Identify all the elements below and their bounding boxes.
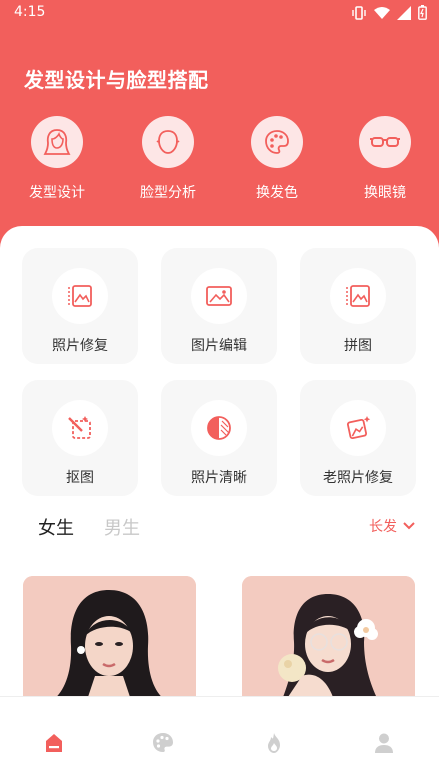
tab-female[interactable]: 女生	[38, 514, 74, 542]
tool-label: 图片编辑	[191, 338, 247, 354]
tool-image-edit[interactable]: 图片编辑	[161, 248, 277, 364]
collage-icon	[330, 268, 386, 324]
vibrate-icon	[352, 5, 366, 20]
nav-profile[interactable]	[364, 723, 404, 763]
home-icon	[46, 734, 62, 752]
image-edit-icon	[191, 268, 247, 324]
battery-icon	[418, 5, 427, 20]
tool-label: 照片修复	[52, 338, 108, 354]
photo-restore-icon	[52, 268, 108, 324]
woman-hair-icon	[31, 116, 83, 168]
tool-cutout[interactable]: 抠图	[22, 380, 138, 496]
tool-label: 抠图	[66, 470, 94, 486]
glasses-icon	[359, 116, 411, 168]
status-icons	[351, 5, 427, 20]
face-shape-icon	[142, 116, 194, 168]
feature-label: 发型设计	[29, 185, 85, 201]
nav-home[interactable]	[34, 723, 74, 763]
tab-male[interactable]: 男生	[104, 514, 140, 540]
tab-male-label: 男生	[104, 518, 140, 539]
feature-label: 脸型分析	[140, 185, 196, 201]
nav-trending[interactable]	[254, 723, 294, 763]
model-portrait-image	[23, 576, 196, 700]
tool-label: 老照片修复	[323, 470, 393, 486]
feature-row: 发型设计 脸型分析 换发色 换眼镜	[0, 116, 439, 206]
tool-photo-restore[interactable]: 照片修复	[22, 248, 138, 364]
feature-glasses[interactable]: 换眼镜	[340, 116, 430, 202]
profile-icon	[375, 733, 393, 753]
model-portrait-image	[242, 576, 415, 700]
palette-icon	[251, 116, 303, 168]
palette-icon	[153, 733, 173, 752]
filter-label: 长发	[369, 519, 397, 535]
bottom-navigation	[0, 696, 439, 780]
feature-face-analysis[interactable]: 脸型分析	[123, 116, 213, 202]
feature-label: 换眼镜	[364, 185, 406, 201]
hair-length-filter[interactable]: 长发	[369, 516, 415, 536]
wifi-icon	[374, 6, 390, 19]
feature-hairstyle-design[interactable]: 发型设计	[12, 116, 102, 202]
tool-sharpen[interactable]: 照片清晰	[161, 380, 277, 496]
feature-hair-color[interactable]: 换发色	[232, 116, 322, 202]
header-banner: 4:15 发型设计与脸型搭配 发型设计 脸型分析 换发色 换眼镜	[0, 0, 439, 262]
feature-label: 换发色	[256, 185, 298, 201]
tool-label: 照片清晰	[191, 470, 247, 486]
tab-female-label: 女生	[38, 518, 74, 539]
status-bar: 4:15	[0, 0, 439, 26]
flame-icon	[268, 733, 280, 753]
tool-old-photo-restore[interactable]: 老照片修复	[300, 380, 416, 496]
status-time: 4:15	[14, 4, 46, 20]
nav-palette[interactable]	[143, 723, 183, 763]
tool-label: 拼图	[344, 338, 372, 354]
page-title: 发型设计与脸型搭配	[24, 68, 209, 92]
chevron-down-icon	[403, 522, 415, 530]
tool-collage[interactable]: 拼图	[300, 248, 416, 364]
cutout-icon	[52, 400, 108, 456]
old-photo-restore-icon	[330, 400, 386, 456]
hairstyle-photo-card[interactable]	[242, 576, 415, 700]
hairstyle-photo-card[interactable]	[23, 576, 196, 700]
cellular-signal-icon	[397, 5, 411, 20]
sharpen-icon	[191, 400, 247, 456]
